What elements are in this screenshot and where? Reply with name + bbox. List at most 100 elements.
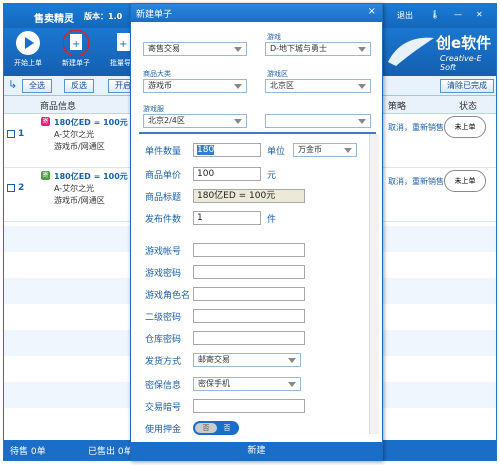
count-unit: 件 (267, 215, 277, 225)
svg-text:+: + (119, 39, 127, 50)
chevron-down-icon (288, 382, 296, 387)
row-category: 游戏币/网通区 (54, 196, 105, 205)
thermometer-icon[interactable]: 🌡 (430, 10, 440, 19)
unit-value: 万金币 (298, 145, 322, 154)
shipping-value: 邮寄交易 (198, 355, 230, 364)
logo-subtext: Creative-E Soft (440, 54, 482, 72)
logout-button[interactable]: 退出 (397, 10, 413, 21)
toggle-on-label: 否 (223, 424, 231, 432)
arrow-icon: ↳ (8, 78, 18, 91)
category-select[interactable]: 游戏币 (143, 79, 247, 93)
row-checkbox[interactable] (7, 130, 15, 138)
unit-select[interactable]: 万金币 (293, 143, 357, 157)
clear-completed-button[interactable]: 清除已完成 (440, 79, 494, 93)
col-status: 状态 (459, 102, 478, 112)
security-label: 密保信息 (145, 381, 182, 391)
create-button[interactable]: 新建 (131, 442, 382, 460)
new-order-button[interactable]: + 新建单子 (54, 29, 98, 68)
password-input[interactable] (193, 265, 305, 279)
dialog-title-bar: 新建单子 × (131, 4, 382, 22)
second-password-input[interactable] (193, 309, 305, 323)
role-input[interactable] (193, 287, 305, 301)
trade-type-select[interactable]: 寄售交易 (143, 42, 247, 56)
chevron-down-icon (358, 84, 366, 89)
invert-select-button[interactable]: 反选 (64, 79, 94, 93)
toggle-off-label: 否 (195, 423, 217, 433)
price-input[interactable]: 100 (193, 167, 261, 181)
minimize-button[interactable]: — (454, 10, 462, 19)
row-category: 游戏币/网通区 (54, 142, 105, 151)
deposit-toggle[interactable]: 否 否 (193, 421, 239, 435)
chevron-down-icon (358, 47, 366, 52)
start-listing-button[interactable]: 开始上单 (6, 30, 50, 68)
category-label: 商品大类 (143, 70, 171, 78)
price-unit: 元 (267, 171, 277, 181)
warehouse-password-input[interactable] (193, 331, 305, 345)
dialog-close-icon[interactable]: × (368, 6, 376, 17)
game-value: D-地下城与勇士 (270, 44, 328, 53)
warehouse-password-label: 仓库密码 (145, 335, 182, 345)
dialog-title: 新建单子 (136, 10, 173, 20)
col-strategy: 策略 (388, 102, 407, 112)
chevron-down-icon (344, 148, 352, 153)
deposit-label: 使用押金 (145, 425, 182, 435)
role-label: 游戏角色名 (145, 291, 191, 301)
qty-label: 单件数量 (145, 147, 182, 157)
chevron-down-icon (234, 47, 242, 52)
row-status-cloud: 未上单 (444, 170, 486, 192)
category-value: 游戏币 (148, 81, 172, 90)
chevron-down-icon (288, 358, 296, 363)
zone-select[interactable]: 北京区 (265, 79, 371, 93)
scrollbar[interactable] (369, 134, 379, 434)
row-strategy[interactable]: 取消，重新销售 (388, 122, 444, 133)
row-checkbox[interactable] (7, 184, 15, 192)
security-select[interactable]: 密保手机 (193, 377, 301, 391)
server-label: 游戏服 (143, 105, 164, 113)
row-number: 2 (18, 183, 25, 193)
play-icon (15, 30, 41, 56)
row-strategy[interactable]: 取消，重新销售 (388, 176, 444, 187)
game-label: 游戏 (267, 33, 281, 41)
item-title-input[interactable]: 180亿ED = 100元 (193, 189, 305, 203)
item-title-label: 商品标题 (145, 193, 182, 203)
sold-count: 已售出 0单 (88, 447, 133, 457)
new-document-icon: + (62, 29, 90, 57)
trade-code-input[interactable] (193, 399, 305, 413)
consign-badge: 寄 (41, 117, 50, 126)
zone-value: 北京区 (270, 81, 294, 90)
divider (139, 132, 376, 134)
row-number: 1 (18, 129, 25, 139)
chevron-down-icon (358, 119, 366, 124)
game-select[interactable]: D-地下城与勇士 (265, 42, 371, 56)
row-game: A-艾尔之光 (54, 184, 95, 193)
qty-input[interactable]: 180 (193, 143, 261, 157)
account-input[interactable] (193, 243, 305, 257)
shipping-label: 发货方式 (145, 357, 182, 367)
select-all-button[interactable]: 全选 (22, 79, 52, 93)
trade-code-label: 交易暗号 (145, 403, 182, 413)
count-label: 发布件数 (145, 215, 182, 225)
pending-count: 待售 0单 (10, 447, 46, 457)
consign-badge: 寄 (41, 171, 50, 180)
start-listing-label: 开始上单 (14, 59, 42, 67)
server-select[interactable]: 北京2/4区 (143, 114, 247, 128)
row-title: 180亿ED = 100元 (54, 118, 128, 127)
second-password-label: 二级密码 (145, 313, 182, 323)
count-input[interactable]: 1 (193, 211, 261, 225)
bird-icon (388, 37, 434, 66)
qty-value: 180 (197, 145, 215, 155)
close-window-button[interactable]: ✕ (476, 10, 483, 19)
server2-select[interactable] (265, 114, 371, 128)
unit-label: 单位 (267, 147, 286, 157)
logo-text: 创e软件 (436, 34, 492, 52)
trade-type-value: 寄售交易 (148, 44, 180, 53)
chevron-down-icon (234, 119, 242, 124)
new-order-label: 新建单子 (62, 59, 90, 67)
app-title: 售卖精灵 (34, 14, 74, 25)
svg-text:+: + (72, 39, 80, 50)
price-label: 商品单价 (145, 171, 182, 181)
shipping-select[interactable]: 邮寄交易 (193, 353, 301, 367)
security-value: 密保手机 (198, 379, 230, 388)
chevron-down-icon (234, 84, 242, 89)
new-order-dialog: 新建单子 × 寄售交易 游戏 D-地下城与勇士 商品大类 游戏币 游戏区 北京区… (130, 3, 383, 461)
